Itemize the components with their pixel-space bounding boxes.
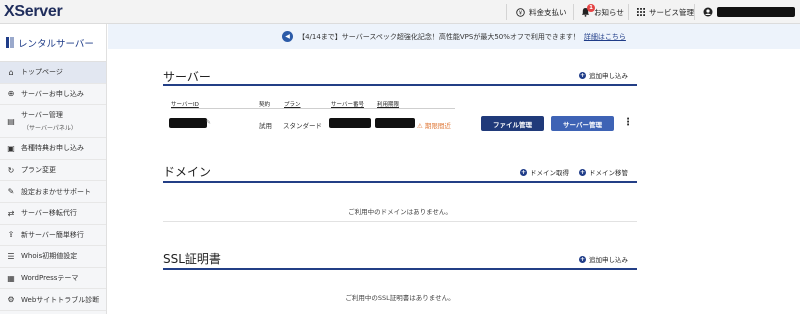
col-contract: 契約 bbox=[259, 102, 271, 108]
ssl-section-title: SSL証明書 bbox=[163, 252, 221, 266]
user-icon bbox=[703, 7, 713, 17]
contract-value: 試用 bbox=[259, 122, 272, 130]
megaphone-icon: ◀ bbox=[282, 31, 294, 42]
section-divider bbox=[163, 268, 637, 270]
sidebar-item-server-management[interactable]: ▤ サーバー管理 （サーバーパネル） bbox=[0, 105, 106, 139]
table-header-rule bbox=[171, 108, 455, 109]
plus-icon: + bbox=[579, 255, 586, 263]
col-server-number[interactable]: サーバー番号 bbox=[331, 100, 364, 108]
domain-section-title: ドメイン bbox=[163, 165, 212, 179]
sidebar-item-easy-migration[interactable]: ⇪ 新サーバー簡単移行 bbox=[0, 225, 106, 247]
plus-icon: + bbox=[579, 71, 586, 79]
notice-details-link[interactable]: 詳細はこちら bbox=[584, 32, 626, 42]
notice-text: 【4/14まで】サーバースペック超強化記念！高性能VPSが最大50%オフで利用で… bbox=[298, 32, 580, 41]
sidebar-item-server-apply[interactable]: ⊕ サーバーお申し込み bbox=[0, 84, 106, 106]
sidebar: レンタルサーバー ⌂ トップページ ⊕ サーバーお申し込み ▤ サーバー管理 （… bbox=[0, 24, 107, 314]
section-divider bbox=[163, 181, 637, 183]
server-section-title: サーバー bbox=[163, 70, 211, 84]
expiry-date-redacted bbox=[375, 118, 415, 128]
payment-label: 料金支払い bbox=[529, 7, 567, 17]
refresh-icon: ↻ bbox=[7, 165, 15, 175]
notifications-link[interactable]: 1 お知らせ bbox=[581, 0, 624, 24]
domain-transfer-button[interactable]: + ドメイン移管 bbox=[579, 167, 628, 177]
theme-icon: ▦ bbox=[7, 273, 15, 283]
gift-icon: ▣ bbox=[7, 143, 15, 153]
transfer-icon: ⇄ bbox=[7, 208, 15, 218]
xserver-logo[interactable]: XServer bbox=[4, 3, 63, 21]
notifications-label: お知らせ bbox=[594, 7, 624, 17]
wrench-icon: ✎ bbox=[7, 187, 15, 197]
diagnose-icon: ⚙ bbox=[7, 295, 15, 305]
plus-icon: + bbox=[579, 168, 586, 176]
expiry-warning: ⚠ 期限間近 bbox=[417, 122, 451, 130]
ssl-empty-message: ご利用中のSSL証明書はありません。 bbox=[345, 294, 455, 302]
user-menu[interactable] bbox=[703, 0, 795, 24]
file-management-button[interactable]: ファイル管理 bbox=[481, 116, 544, 131]
sidebar-title: レンタルサーバー bbox=[0, 24, 106, 62]
domain-empty-message: ご利用中のドメインはありません。 bbox=[348, 208, 452, 216]
server-id-redacted bbox=[169, 118, 207, 128]
divider bbox=[694, 4, 695, 20]
edit-icon[interactable]: ✎ bbox=[206, 119, 211, 126]
home-icon: ⌂ bbox=[8, 67, 14, 77]
service-management-label: サービス管理 bbox=[649, 7, 694, 17]
more-options-icon[interactable]: ⋮ bbox=[623, 117, 633, 128]
divider bbox=[628, 4, 629, 20]
grid-icon bbox=[637, 8, 645, 16]
upload-icon: ⇪ bbox=[7, 230, 15, 240]
plus-icon: + bbox=[520, 168, 527, 176]
notification-badge: 1 bbox=[587, 4, 595, 12]
server-brand-icon bbox=[6, 37, 14, 48]
domain-get-button[interactable]: + ドメイン取得 bbox=[520, 167, 569, 177]
sidebar-item-benefits[interactable]: ▣ 各種特典お申し込み bbox=[0, 138, 106, 160]
sidebar-item-plan-change[interactable]: ↻ プラン変更 bbox=[0, 160, 106, 182]
sidebar-item-wordpress-theme[interactable]: ▦ WordPressテーマ bbox=[0, 268, 106, 290]
payment-icon: ¥ bbox=[516, 7, 525, 17]
plan-value: スタンダード bbox=[283, 122, 322, 130]
sidebar-item-setup-support[interactable]: ✎ 設定おまかせサポート bbox=[0, 181, 106, 203]
top-bar: XServer ¥ 料金支払い 1 お知らせ サービス管理 bbox=[0, 0, 800, 24]
svg-text:¥: ¥ bbox=[519, 10, 523, 16]
domain-section: ドメイン + ドメイン取得 + ドメイン移管 ご利用中のドメインはありません。 bbox=[163, 163, 637, 223]
sidebar-item-server-transfer[interactable]: ⇄ サーバー移転代行 bbox=[0, 203, 106, 225]
divider bbox=[506, 4, 507, 20]
col-server-id[interactable]: サーバーID bbox=[171, 100, 199, 108]
service-management-link[interactable]: サービス管理 bbox=[637, 0, 694, 24]
ssl-add-button[interactable]: + 追加申し込み bbox=[579, 254, 628, 264]
section-bottom-rule bbox=[163, 221, 637, 222]
campaign-notice: ◀ 【4/14まで】サーバースペック超強化記念！高性能VPSが最大50%オフで利… bbox=[108, 24, 800, 49]
server-add-button[interactable]: + 追加申し込み bbox=[579, 70, 628, 80]
list-icon: ☰ bbox=[7, 251, 15, 261]
server-section: サーバー + 追加申し込み サーバーID 契約 プラン サーバー番号 利用期限 bbox=[163, 65, 637, 145]
divider bbox=[573, 4, 574, 20]
server-icon: ▤ bbox=[7, 116, 15, 126]
sidebar-item-web-diagnosis[interactable]: ⚙ Webサイトトラブル診断 bbox=[0, 289, 106, 311]
server-management-button[interactable]: サーバー管理 bbox=[551, 116, 614, 131]
payment-link[interactable]: ¥ 料金支払い bbox=[516, 0, 567, 24]
sidebar-item-whois[interactable]: ☰ Whois初期値設定 bbox=[0, 246, 106, 268]
col-plan[interactable]: プラン bbox=[284, 100, 301, 108]
sidebar-item-top-page[interactable]: ⌂ トップページ bbox=[0, 62, 106, 84]
section-divider bbox=[163, 84, 637, 86]
server-number-redacted bbox=[329, 118, 371, 128]
plus-circle-icon: ⊕ bbox=[7, 89, 15, 99]
col-expiry[interactable]: 利用期限 bbox=[377, 100, 399, 108]
ssl-section: SSL証明書 + 追加申し込み ご利用中のSSL証明書はありません。 bbox=[163, 250, 637, 310]
user-name-redacted bbox=[717, 7, 795, 17]
